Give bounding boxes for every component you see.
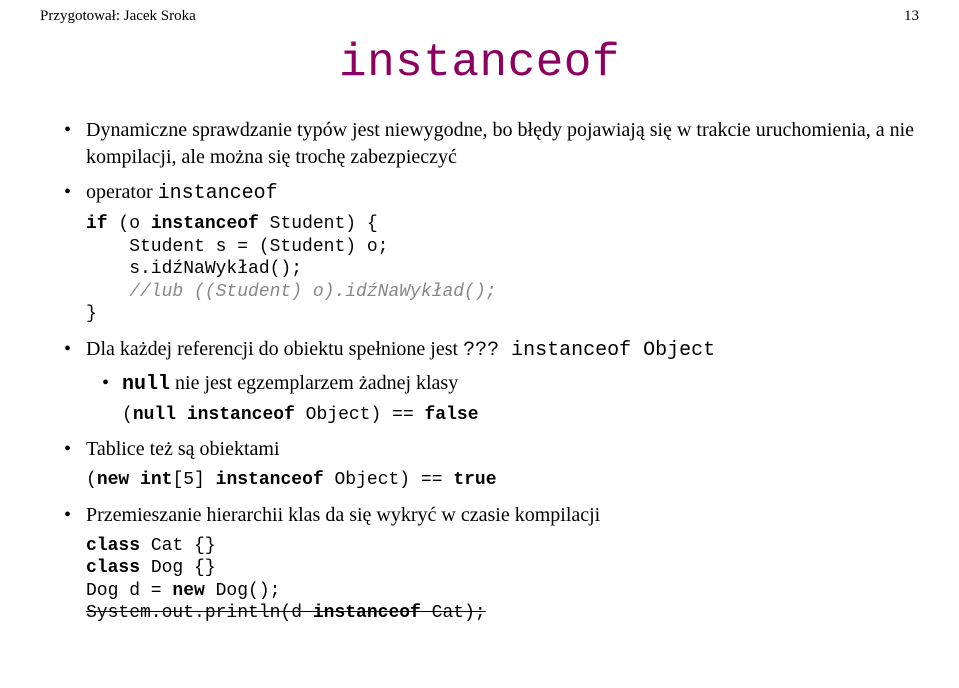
inline-code: null — [122, 373, 170, 396]
bullet-list: Dynamiczne sprawdzanie typów jest niewyg… — [40, 117, 919, 625]
code-block: (new int[5] instanceof Object) == true — [86, 469, 919, 492]
code-text — [129, 470, 140, 490]
page-number: 13 — [904, 8, 919, 25]
slide-page: Przygotował: Jacek Sroka 13 instanceof D… — [0, 0, 959, 655]
keyword: instanceof — [187, 405, 295, 425]
author-label: Przygotował: Jacek Sroka — [40, 8, 196, 25]
bullet-item: operator instanceof if (o instanceof Stu… — [64, 179, 919, 326]
code-comment: //lub ((Student) o).idźNaWykład(); — [86, 282, 496, 302]
keyword: new — [97, 470, 129, 490]
keyword: class — [86, 558, 140, 578]
code-text: Dog {} — [140, 558, 216, 578]
keyword: new — [172, 581, 204, 601]
keyword: instanceof — [151, 214, 259, 234]
page-title: instanceof — [40, 37, 919, 89]
code-text: ( — [86, 470, 97, 490]
inline-code: instanceof — [158, 182, 278, 205]
code-text: Dog d = — [86, 581, 172, 601]
code-text: ( — [122, 405, 133, 425]
code-text: Dog(); — [205, 581, 281, 601]
keyword: class — [86, 536, 140, 556]
code-block: if (o instanceof Student) { Student s = … — [86, 213, 919, 326]
inline-code: ??? instanceof Object — [463, 339, 715, 362]
bullet-item: Tablice też są obiektami (new int[5] ins… — [64, 436, 919, 492]
code-text: s.idźNaWykład(); — [86, 259, 302, 279]
bullet-text: Dynamiczne sprawdzanie typów jest niewyg… — [86, 119, 914, 168]
code-text: Object) == — [295, 405, 425, 425]
code-text: Student) { — [259, 214, 378, 234]
code-text: } — [86, 304, 97, 324]
strikethrough-code: System.out.println(d instanceof Cat); — [86, 603, 486, 623]
inner-list: null nie jest egzemplarzem żadnej klasy … — [86, 370, 919, 427]
bullet-text: Tablice też są obiektami — [86, 438, 280, 460]
bullet-item: Dynamiczne sprawdzanie typów jest niewyg… — [64, 117, 919, 171]
code-text: Object) == — [324, 470, 454, 490]
code-block: (null instanceof Object) == false — [122, 404, 919, 427]
keyword: null — [133, 405, 176, 425]
keyword: true — [453, 470, 496, 490]
code-text: System.out.println(d — [86, 603, 313, 623]
header-row: Przygotował: Jacek Sroka 13 — [40, 8, 919, 25]
keyword: int — [140, 470, 172, 490]
keyword: false — [425, 405, 479, 425]
keyword: if — [86, 214, 108, 234]
bullet-text: nie jest egzemplarzem żadnej klasy — [170, 372, 458, 394]
code-text: (o — [108, 214, 151, 234]
code-text: Cat); — [421, 603, 486, 623]
code-text: Student s = (Student) o; — [86, 237, 388, 257]
bullet-text: Przemieszanie hierarchii klas da się wyk… — [86, 504, 600, 526]
code-text: Cat {} — [140, 536, 216, 556]
bullet-item: Dla każdej referencji do obiektu spełnio… — [64, 336, 919, 427]
bullet-item: Przemieszanie hierarchii klas da się wyk… — [64, 502, 919, 625]
code-text — [176, 405, 187, 425]
keyword: instanceof — [313, 603, 421, 623]
bullet-item: null nie jest egzemplarzem żadnej klasy … — [102, 370, 919, 427]
bullet-text: Dla każdej referencji do obiektu spełnio… — [86, 338, 463, 360]
code-block: class Cat {} class Dog {} Dog d = new Do… — [86, 535, 919, 625]
keyword: instanceof — [216, 470, 324, 490]
bullet-text: operator — [86, 181, 158, 203]
code-text: [5] — [172, 470, 215, 490]
